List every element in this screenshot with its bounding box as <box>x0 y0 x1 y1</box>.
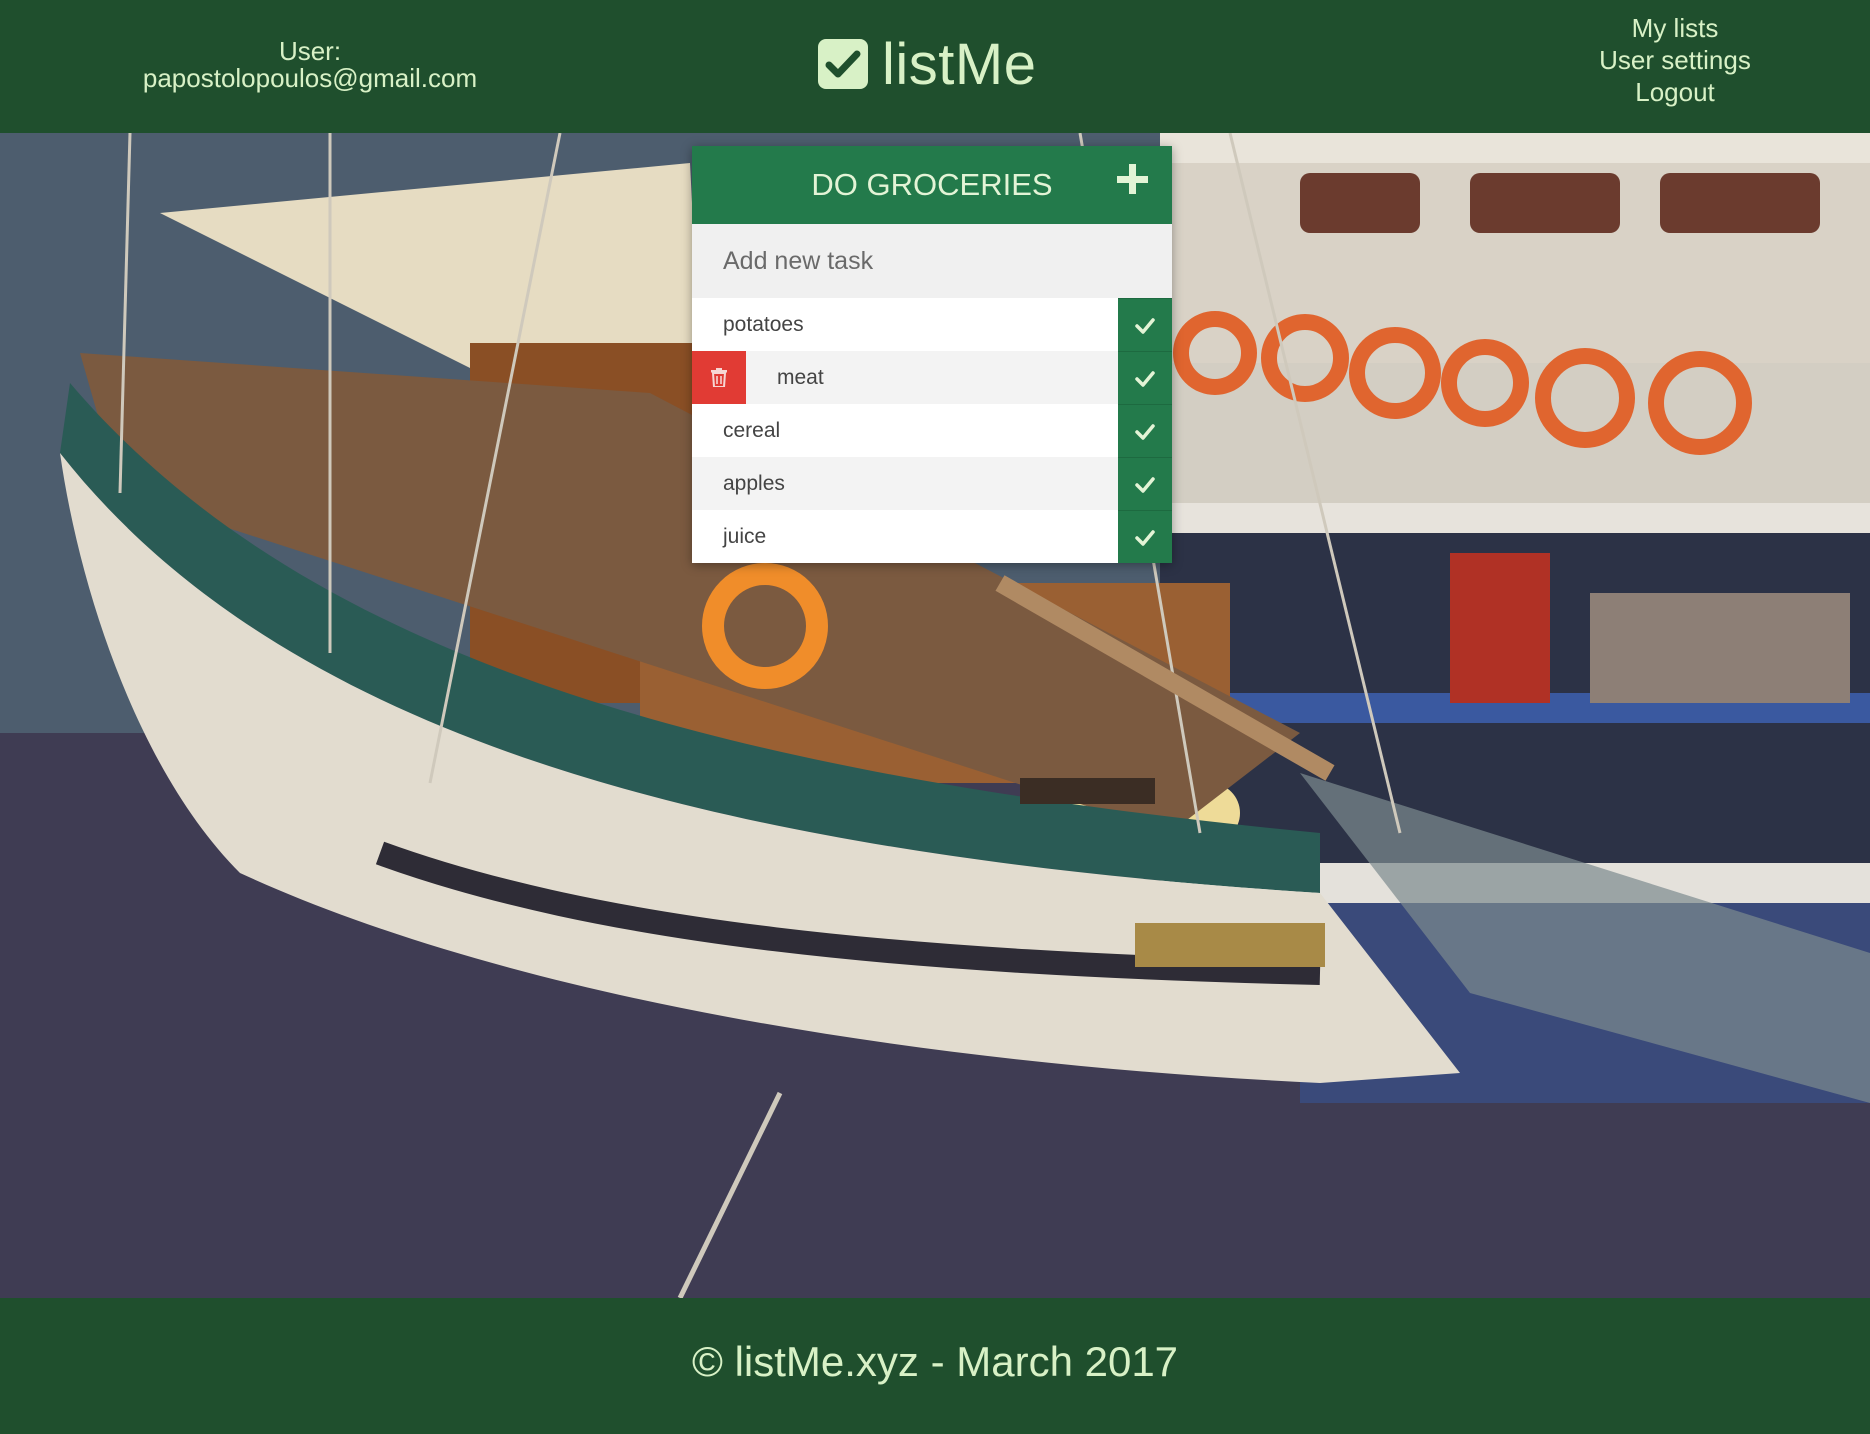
nav-user-settings[interactable]: User settings <box>1560 44 1790 76</box>
checkbox-icon <box>818 39 868 89</box>
user-info: User: papostolopoulos@gmail.com <box>110 38 510 92</box>
complete-task-button[interactable] <box>1118 457 1172 510</box>
complete-task-button[interactable] <box>1118 351 1172 404</box>
task-label: cereal <box>723 419 781 442</box>
check-icon <box>1135 371 1155 387</box>
complete-task-button[interactable] <box>1118 404 1172 457</box>
task-label: potatoes <box>723 313 804 336</box>
complete-task-button[interactable] <box>1118 510 1172 563</box>
user-label: User: <box>278 36 342 66</box>
check-icon <box>1135 530 1155 546</box>
plus-icon <box>1117 164 1148 194</box>
brand-name: listMe <box>882 31 1037 97</box>
nav-my-lists[interactable]: My lists <box>1560 12 1790 44</box>
task-label: meat <box>777 366 824 389</box>
user-email: papostolopoulos@gmail.com <box>142 63 478 93</box>
check-icon <box>1135 318 1155 334</box>
new-task-input[interactable] <box>692 224 1172 298</box>
complete-task-button[interactable] <box>1118 298 1172 351</box>
todo-list-card: DO GROCERIES potatoes <box>692 146 1172 563</box>
nav-logout[interactable]: Logout <box>1560 76 1790 108</box>
new-task-row <box>692 224 1172 298</box>
list-header: DO GROCERIES <box>692 146 1172 224</box>
task-row[interactable]: apples <box>692 457 1172 510</box>
task-label: juice <box>723 525 767 548</box>
check-icon <box>1135 424 1155 440</box>
brand-logo[interactable]: listMe <box>818 31 1037 97</box>
check-icon <box>1135 477 1155 493</box>
task-row[interactable]: juice <box>692 510 1172 563</box>
delete-task-button[interactable] <box>692 351 746 404</box>
top-nav: My lists User settings Logout <box>1560 12 1790 108</box>
trash-icon <box>711 368 727 387</box>
top-bar: User: papostolopoulos@gmail.com listMe M… <box>0 0 1870 133</box>
add-task-button[interactable] <box>1110 158 1154 202</box>
task-row[interactable]: meat <box>692 351 1172 404</box>
task-label: apples <box>723 472 785 495</box>
footer: © listMe.xyz - March 2017 <box>0 1298 1870 1434</box>
list-title: DO GROCERIES <box>811 167 1053 202</box>
task-row[interactable]: potatoes <box>692 298 1172 351</box>
footer-copyright: © listMe.xyz - March 2017 <box>691 1338 1179 1385</box>
task-row[interactable]: cereal <box>692 404 1172 457</box>
